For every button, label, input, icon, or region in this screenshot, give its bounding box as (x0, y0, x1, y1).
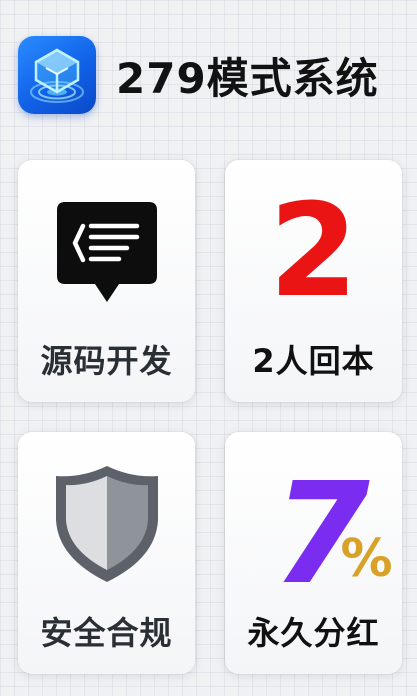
code-chat-bubble-icon (56, 202, 157, 302)
card-label: 2人回本 (252, 342, 375, 380)
card-label: 源码开发 (40, 342, 173, 380)
percent-sign: % (340, 529, 393, 589)
feature-card-source-code[interactable]: 源码开发 (18, 160, 195, 402)
feature-card-compliance[interactable]: 安全合规 (18, 432, 195, 674)
feature-card-two-people[interactable]: 2 2人回本 (225, 160, 402, 402)
shield-icon (55, 466, 158, 582)
page-title: 279模式系统 (116, 53, 379, 103)
percent-visual: 7 % (239, 449, 393, 605)
card-visual: 2 (225, 160, 402, 330)
card-label: 永久分红 (247, 614, 380, 652)
app-header: 279模式系统 (18, 36, 408, 114)
card-label: 安全合规 (40, 614, 173, 652)
cube-hologram-icon[interactable] (18, 36, 96, 114)
card-visual (18, 432, 195, 602)
highlight-number: 2 (268, 177, 359, 326)
card-visual (18, 160, 195, 330)
card-visual: 7 % (225, 432, 402, 605)
feature-card-dividend[interactable]: 7 % 永久分红 (225, 432, 402, 674)
